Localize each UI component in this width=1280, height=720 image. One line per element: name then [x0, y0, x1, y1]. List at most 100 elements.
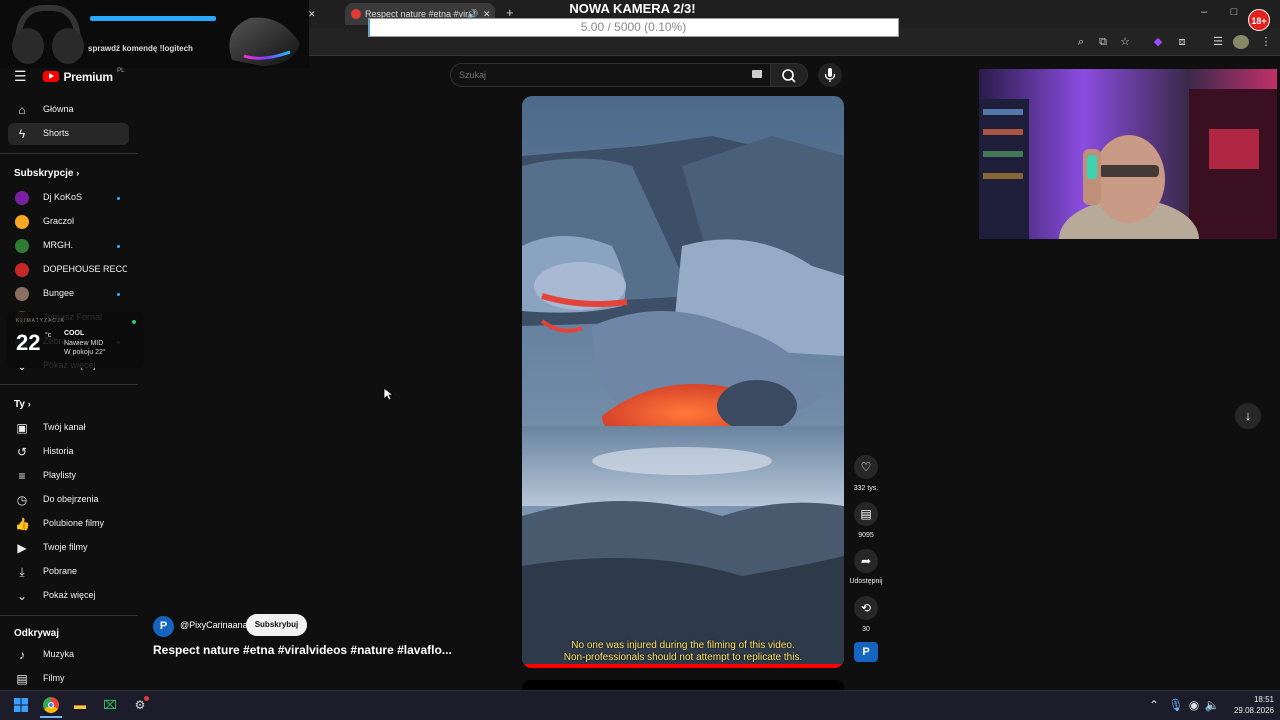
sidebar-item-you[interactable]: ⤓ Pobrane — [8, 561, 129, 583]
profile-avatar[interactable] — [1233, 35, 1249, 49]
extension-twitch-icon[interactable]: ◆ — [1150, 35, 1166, 49]
share-label: Udostępnij — [849, 578, 883, 585]
sidebar-item-icon: ▤ — [16, 672, 28, 686]
sidebar-item-you[interactable]: ▶ Twoje filmy — [8, 537, 129, 559]
chrome-taskbar-icon[interactable] — [43, 697, 59, 713]
sidebar-item-home[interactable]: ⌂ Główna — [8, 99, 129, 121]
sidebar-item-icon: ▣ — [16, 421, 28, 435]
remix-count: 30 — [862, 626, 870, 633]
sidebar-item-label: Polubione filmy — [43, 518, 105, 528]
extensions-puzzle-icon[interactable]: ⧈ — [1174, 35, 1190, 49]
sidebar-item-icon: ≡ — [18, 469, 26, 483]
sound-channel-avatar[interactable]: P — [854, 642, 878, 662]
new-content-dot — [117, 245, 120, 248]
subscriptions-title: Subskrypcje — [14, 168, 74, 179]
sidebar-item-label: Do obejrzenia — [43, 494, 99, 504]
hamburger-menu-icon[interactable]: ☰ — [14, 68, 27, 85]
like-button[interactable]: ♡ — [854, 455, 878, 479]
sidebar-item-shorts[interactable]: ϟ Shorts — [8, 123, 129, 145]
video-caption-line: Non-professionals should not attempt to … — [563, 652, 803, 663]
channel-avatar[interactable]: P — [153, 616, 174, 637]
next-short-button[interactable]: ↓ — [1235, 403, 1261, 429]
status-dot — [132, 320, 136, 324]
youtube-play-icon — [43, 71, 59, 83]
sidebar-item-icon: ⌄ — [16, 589, 28, 603]
subscription-label: Graczol — [43, 216, 75, 226]
remix-button[interactable]: ⟲ — [854, 596, 878, 620]
age-rating-badge: 18+ — [1248, 9, 1270, 31]
sidebar-item-label: Playlisty — [43, 470, 77, 480]
subscription-item[interactable]: Graczol — [8, 211, 129, 233]
sidebar-item-you[interactable]: ≡ Playlisty — [8, 465, 129, 487]
sidebar-item-you[interactable]: 👍 Polubione filmy — [8, 513, 129, 535]
bookmark-star-icon[interactable]: ☆ — [1117, 35, 1133, 49]
search-button[interactable] — [771, 63, 808, 87]
sidebar-divider — [0, 384, 138, 385]
maximize-button[interactable]: □ — [1226, 6, 1242, 18]
terminal-icon[interactable]: ⌧ — [102, 697, 118, 713]
subscription-label: DOPEHOUSE RECO... — [43, 264, 127, 274]
subscription-item[interactable]: MRGH. — [8, 235, 129, 257]
webcam-image — [979, 69, 1277, 239]
taskbar-clock[interactable]: 18:51 29.08.2026 — [1222, 694, 1274, 716]
tray-chevron-up-icon[interactable]: ⌃ — [1146, 697, 1162, 713]
webcam-overlay — [979, 69, 1277, 239]
media-control-icon[interactable]: ☰ — [1210, 35, 1226, 49]
share-button[interactable]: ➦ — [854, 549, 878, 573]
active-app-indicator — [40, 716, 62, 718]
microphone-tray-icon[interactable]: 🎙 — [1168, 697, 1184, 713]
windows-taskbar — [0, 690, 1280, 720]
voice-search-button[interactable] — [818, 63, 842, 87]
subscription-item[interactable]: Dj KoKoS — [8, 187, 129, 209]
you-heading[interactable]: Ty › — [14, 399, 31, 410]
sidebar-item-explore[interactable]: ♪ Muzyka — [8, 644, 129, 666]
sidebar-item-icon: ♪ — [19, 648, 25, 662]
sidebar-item-label: Główna — [43, 104, 74, 114]
shorts-icon: ϟ — [18, 127, 26, 141]
video-caption-line: No one was injured during the filming of… — [571, 640, 795, 651]
file-explorer-icon[interactable]: ▬ — [72, 697, 88, 713]
logitech-command-text: sprawdź komendę !logitech — [88, 44, 193, 53]
windows-logo-icon — [14, 698, 28, 712]
like-count: 332 tys. — [853, 485, 879, 492]
sidebar-item-you[interactable]: ⌄ Pokaż więcej — [8, 585, 129, 607]
comments-button[interactable]: ▤ — [854, 502, 878, 526]
sidebar-item-you[interactable]: ▣ Twój kanał — [8, 417, 129, 439]
zoom-icon[interactable]: ⌕ — [1073, 35, 1089, 49]
minimize-button[interactable]: – — [1196, 6, 1212, 18]
explore-heading: Odkrywaj — [14, 628, 60, 639]
search-input[interactable] — [459, 68, 739, 82]
channel-avatar — [15, 239, 29, 253]
sidebar-item-you[interactable]: ↺ Historia — [8, 441, 129, 463]
sidebar-item-explore[interactable]: ▤ Filmy — [8, 668, 129, 690]
sidebar-item-icon: 👍 — [15, 517, 30, 531]
browser-menu-icon[interactable]: ⋮ — [1258, 35, 1274, 49]
subscription-item[interactable]: Bungee — [8, 283, 129, 305]
volume-icon[interactable]: 🔈 — [1204, 697, 1220, 713]
sidebar-item-icon: ▶ — [17, 541, 27, 555]
short-title[interactable]: Respect nature #etna #viralvideos #natur… — [153, 643, 453, 657]
sidebar-item-label: Pokaż więcej — [43, 590, 96, 600]
sidebar-item-label: Twój kanał — [43, 422, 86, 432]
clock-time: 18:51 — [1253, 695, 1274, 704]
install-app-icon[interactable]: ⧉ — [1095, 35, 1111, 49]
comment-icon: ▤ — [860, 507, 872, 521]
youtube-logo-text: Premium — [63, 69, 113, 84]
windows-start-button[interactable] — [13, 697, 29, 713]
search-box[interactable] — [450, 63, 771, 87]
camera-goal-title: NOWA KAMERA 2/3! — [569, 1, 696, 16]
subscriptions-heading[interactable]: Subskrypcje › — [14, 168, 79, 179]
logitech-overlay-graphic — [12, 4, 300, 66]
donation-progress-text: 5.00 / 5000 (0.10%) — [580, 20, 687, 34]
next-short-preview — [522, 680, 844, 690]
youtube-premium-logo[interactable]: Premium PL — [43, 68, 125, 86]
sidebar-item-icon: ◷ — [16, 493, 28, 507]
subscription-label: MRGH. — [43, 240, 73, 250]
subscription-item[interactable]: DOPEHOUSE RECO... — [8, 259, 129, 281]
subscribe-button[interactable]: Subskrybuj — [246, 614, 307, 636]
channel-name[interactable]: @PixyCarinaana — [180, 620, 248, 630]
network-icon[interactable]: ◉ — [1186, 697, 1202, 713]
keyboard-icon[interactable] — [752, 70, 762, 78]
short-video-player[interactable]: No one was injured during the filming of… — [522, 96, 844, 668]
sidebar-item-you[interactable]: ◷ Do obejrzenia — [8, 489, 129, 511]
